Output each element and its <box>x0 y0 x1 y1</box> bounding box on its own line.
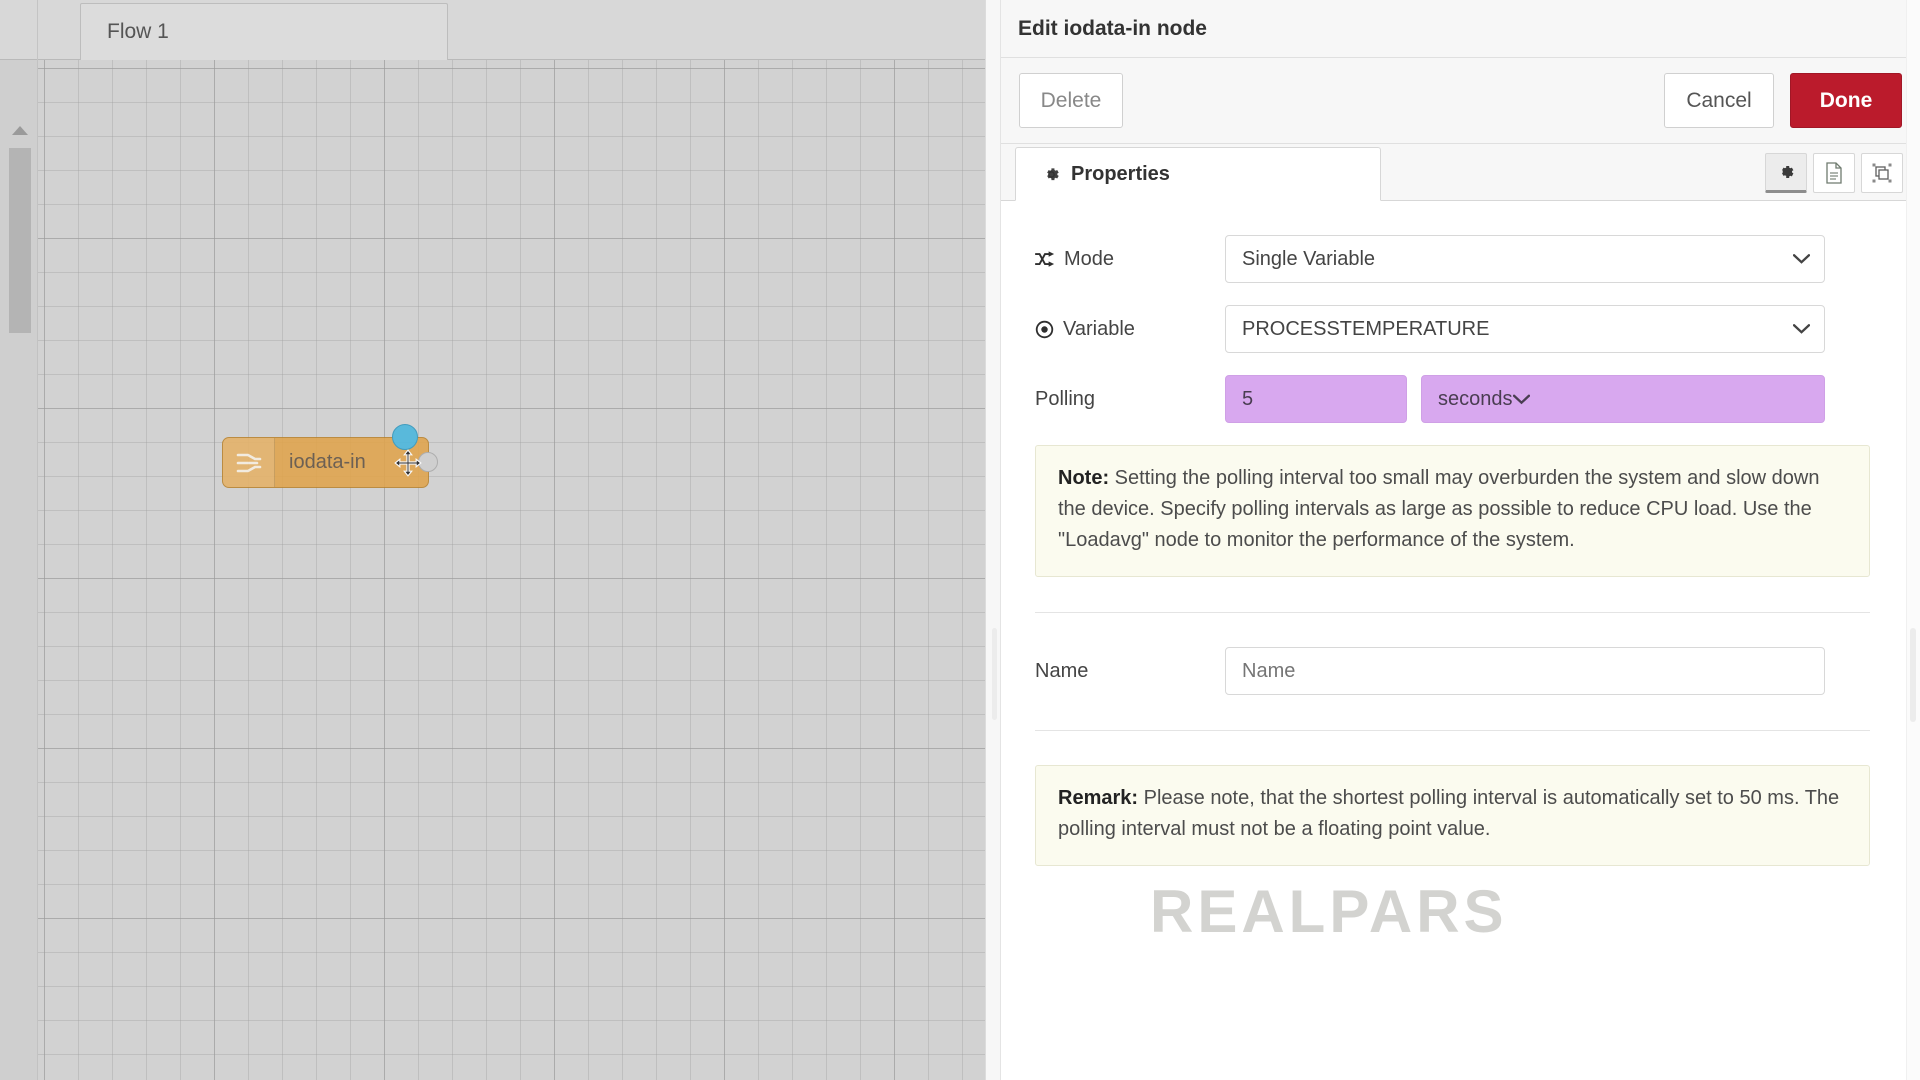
appearance-shape-icon-button[interactable] <box>1861 153 1903 193</box>
variable-label: Variable <box>1063 318 1135 341</box>
panel-form-body: Mode Single Variable Variable PROCESSTEM… <box>1001 201 1920 1080</box>
panel-tab-bar: Properties <box>1001 144 1920 201</box>
variable-label-group: Variable <box>1035 318 1225 341</box>
chevron-down-icon <box>1793 254 1810 265</box>
done-button[interactable]: Done <box>1790 73 1902 128</box>
polling-unit-select[interactable]: seconds <box>1421 375 1825 423</box>
iodata-node-icon <box>235 450 263 476</box>
canvas-vertical-scrollbar[interactable] <box>0 60 38 1080</box>
mode-label: Mode <box>1064 248 1114 271</box>
description-document-icon <box>1824 162 1844 184</box>
flow-tab-label: Flow 1 <box>107 20 169 44</box>
note-prefix: Note: <box>1058 467 1109 489</box>
tab-properties-label: Properties <box>1071 163 1170 186</box>
name-label: Name <box>1035 660 1088 683</box>
panel-resize-splitter[interactable] <box>985 0 1001 1080</box>
chevron-down-icon <box>1513 388 1530 411</box>
panel-icon-button-group <box>1765 153 1903 193</box>
flow-workspace: Flow 1 iodata-in <box>0 0 985 1080</box>
canvas-scrollbar-thumb[interactable] <box>9 148 31 333</box>
tab-bar-gutter <box>0 0 38 60</box>
polling-label-group: Polling <box>1035 388 1225 411</box>
remark-text: Please note, that the shortest polling i… <box>1058 787 1839 840</box>
node-iodata-in[interactable]: iodata-in <box>222 437 429 488</box>
move-cursor-icon <box>394 449 422 477</box>
name-label-group: Name <box>1035 660 1225 683</box>
chevron-down-icon <box>1793 324 1810 335</box>
flow-canvas[interactable]: iodata-in <box>38 60 985 1080</box>
note-box: Note: Setting the polling interval too s… <box>1035 445 1870 577</box>
shuffle-icon <box>1035 251 1055 268</box>
name-input[interactable] <box>1225 647 1825 695</box>
variable-value: PROCESSTEMPERATURE <box>1242 318 1489 341</box>
description-document-icon-button[interactable] <box>1813 153 1855 193</box>
mode-label-group: Mode <box>1035 248 1225 271</box>
mode-select[interactable]: Single Variable <box>1225 235 1825 283</box>
polling-interval-value: 5 <box>1242 388 1253 411</box>
panel-title: Edit iodata-in node <box>1001 0 1920 58</box>
variable-row: Variable PROCESSTEMPERATURE <box>1035 305 1870 353</box>
node-selected-port[interactable] <box>392 424 418 450</box>
tab-properties[interactable]: Properties <box>1015 147 1381 201</box>
mode-row: Mode Single Variable <box>1035 235 1870 283</box>
cancel-button[interactable]: Cancel <box>1664 73 1774 128</box>
gear-icon <box>1042 165 1061 184</box>
gear-icon-button[interactable] <box>1765 153 1807 193</box>
panel-toolbar: Delete Cancel Done <box>1001 58 1920 144</box>
note-text: Setting the polling interval too small m… <box>1058 467 1819 551</box>
flow-tab-flow-1[interactable]: Flow 1 <box>80 3 448 60</box>
variable-select[interactable]: PROCESSTEMPERATURE <box>1225 305 1825 353</box>
scroll-up-arrow-icon[interactable] <box>12 126 28 135</box>
panel-scrollbar-thumb[interactable] <box>1910 628 1916 722</box>
polling-row: Polling 5 seconds <box>1035 375 1870 423</box>
form-divider-bottom <box>1035 730 1870 731</box>
edit-node-panel: Edit iodata-in node Delete Cancel Done P… <box>1001 0 1920 1080</box>
splitter-grip[interactable] <box>992 628 997 720</box>
remark-box: Remark: Please note, that the shortest p… <box>1035 765 1870 866</box>
appearance-shape-icon <box>1871 162 1893 184</box>
panel-vertical-scrollbar[interactable] <box>1906 0 1920 1080</box>
polling-label: Polling <box>1035 388 1095 411</box>
node-icon-container <box>223 438 275 487</box>
flow-tab-bar: Flow 1 <box>0 0 985 60</box>
dot-circle-icon <box>1035 320 1054 339</box>
remark-prefix: Remark: <box>1058 787 1138 809</box>
gear-icon <box>1776 162 1796 182</box>
name-row: Name <box>1035 647 1870 695</box>
form-divider-top <box>1035 612 1870 613</box>
polling-unit-value: seconds <box>1438 388 1513 411</box>
mode-value: Single Variable <box>1242 248 1375 271</box>
delete-button[interactable]: Delete <box>1019 73 1123 128</box>
polling-interval-input[interactable]: 5 <box>1225 375 1407 423</box>
